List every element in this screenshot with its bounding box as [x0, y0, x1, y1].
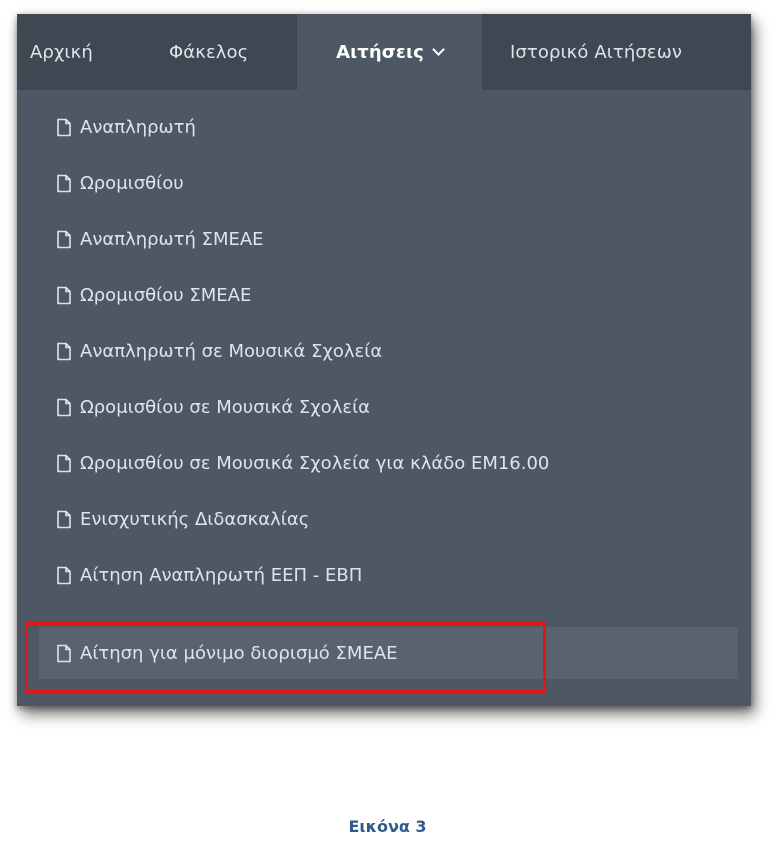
menu-item-label: Ωρομισθίου ΣΜΕΑΕ — [80, 284, 252, 306]
document-icon — [57, 644, 71, 662]
nav-home-label: Αρχική — [30, 41, 93, 63]
document-icon — [57, 174, 71, 192]
menu-item-label: Ενισχυτικής Διδασκαλίας — [80, 508, 310, 530]
nav-application-history-label: Ιστορικό Αιτήσεων — [510, 41, 683, 63]
document-icon — [57, 118, 71, 136]
document-icon — [57, 342, 71, 360]
menu-item-hourly-music-schools-em16[interactable]: Ωρομισθίου σε Μουσικά Σχολεία για κλάδο … — [39, 437, 738, 489]
nav-folder-label: Φάκελος — [169, 41, 249, 63]
nav-applications-label: Αιτήσεις — [336, 41, 424, 63]
nav-home[interactable]: Αρχική — [17, 14, 133, 90]
menu-item-substitute[interactable]: Αναπληρωτή — [39, 101, 738, 153]
menu-item-label: Αναπληρωτή ΣΜΕΑΕ — [80, 228, 264, 250]
menu-item-label: Ωρομισθίου σε Μουσικά Σχολεία — [80, 396, 371, 418]
nav-application-history[interactable]: Ιστορικό Αιτήσεων — [482, 14, 751, 90]
menu-item-substitute-smeae[interactable]: Αναπληρωτή ΣΜΕΑΕ — [39, 213, 738, 265]
menu-item-permanent-appointment-smeae[interactable]: Αίτηση για μόνιμο διορισμό ΣΜΕΑΕ — [39, 627, 738, 679]
menu-item-hourly[interactable]: Ωρομισθίου — [39, 157, 738, 209]
nav-applications[interactable]: Αιτήσεις — [297, 14, 482, 90]
menu-item-label: Αναπληρωτή — [80, 116, 196, 138]
top-navbar: Αρχική Φάκελος Αιτήσεις Ιστορικό Αιτήσεω… — [17, 14, 751, 90]
menu-item-label: Αίτηση για μόνιμο διορισμό ΣΜΕΑΕ — [80, 642, 398, 664]
menu-item-substitute-music-schools[interactable]: Αναπληρωτή σε Μουσικά Σχολεία — [39, 325, 738, 377]
document-icon — [57, 566, 71, 584]
menu-item-hourly-smeae[interactable]: Ωρομισθίου ΣΜΕΑΕ — [39, 269, 738, 321]
nav-folder[interactable]: Φάκελος — [133, 14, 297, 90]
figure-caption: Εικόνα 3 — [348, 817, 427, 836]
menu-item-label: Αναπληρωτή σε Μουσικά Σχολεία — [80, 340, 383, 362]
document-icon — [57, 398, 71, 416]
menu-item-label: Ωρομισθίου — [80, 172, 184, 194]
menu-item-label: Αίτηση Αναπληρωτή ΕΕΠ - ΕΒΠ — [80, 564, 363, 586]
menu-item-substitute-eep-evp[interactable]: Αίτηση Αναπληρωτή ΕΕΠ - ΕΒΠ — [39, 549, 738, 601]
menu-item-hourly-music-schools[interactable]: Ωρομισθίου σε Μουσικά Σχολεία — [39, 381, 738, 433]
document-icon — [57, 286, 71, 304]
chevron-down-icon — [432, 43, 445, 56]
screenshot-frame: Αρχική Φάκελος Αιτήσεις Ιστορικό Αιτήσεω… — [17, 14, 751, 706]
document-icon — [57, 230, 71, 248]
menu-item-label: Ωρομισθίου σε Μουσικά Σχολεία για κλάδο … — [80, 452, 550, 474]
document-icon — [57, 510, 71, 528]
document-icon — [57, 454, 71, 472]
menu-item-remedial-teaching[interactable]: Ενισχυτικής Διδασκαλίας — [39, 493, 738, 545]
